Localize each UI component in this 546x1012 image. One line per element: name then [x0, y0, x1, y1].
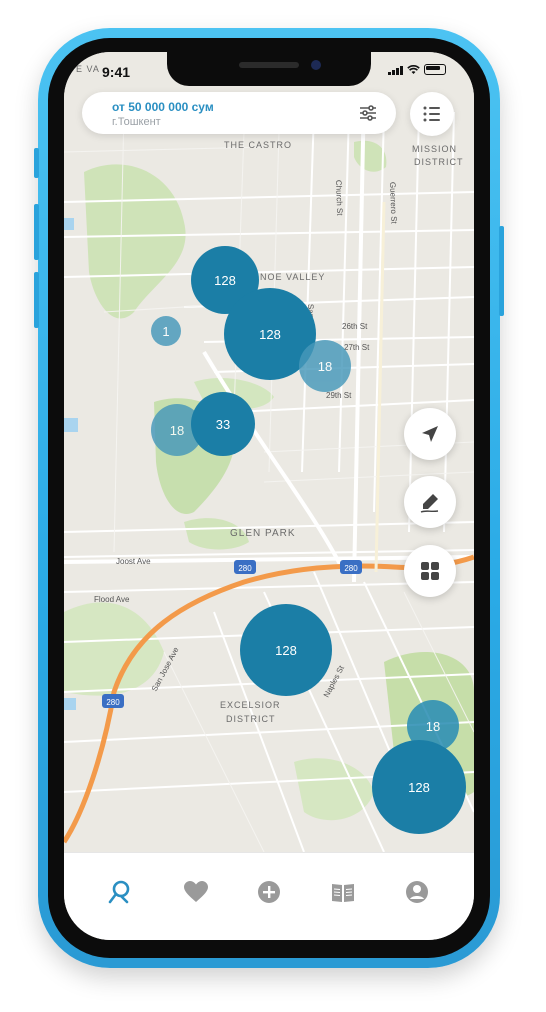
- map-label-street: 29th St: [326, 391, 352, 400]
- cluster-marker[interactable]: 128: [372, 740, 466, 834]
- navigation-arrow-icon: [422, 426, 438, 442]
- map-label-castro: THE CASTRO: [224, 140, 292, 150]
- cluster-count: 18: [169, 422, 185, 438]
- filter-sliders-icon[interactable]: [358, 103, 378, 123]
- cluster-count: 18: [317, 358, 333, 374]
- map-label-noe-valley: NOE VALLEY: [260, 272, 325, 282]
- map-label-district: DISTRICT: [414, 157, 464, 167]
- phone-volume-down: [34, 272, 39, 328]
- grid-icon: [421, 562, 439, 580]
- water: [64, 698, 76, 710]
- speaker: [239, 62, 299, 68]
- map-label-street: Church St: [334, 180, 344, 217]
- heart-icon: [184, 881, 208, 902]
- battery-icon: [424, 64, 446, 75]
- tab-search[interactable]: [103, 875, 137, 909]
- highway-shield: 280: [234, 560, 256, 574]
- cluster-count: 33: [215, 416, 231, 432]
- cluster-count: 128: [275, 642, 297, 658]
- price-filter-label: от 50 000 000 сум: [112, 100, 214, 114]
- app-screen: 280 280 280 E VA THE CASTRO MISSION DIST…: [64, 52, 474, 940]
- map-label-excelsior-district: DISTRICT: [226, 714, 276, 724]
- list-view-button[interactable]: [410, 92, 454, 136]
- user-circle-icon: [406, 881, 428, 903]
- map-label-street: 27th St: [344, 343, 370, 352]
- tab-profile[interactable]: [400, 875, 434, 909]
- city-label: г.Тошкент: [112, 116, 161, 128]
- svg-text:280: 280: [344, 564, 358, 573]
- highway-shield: 280: [340, 560, 362, 574]
- cluster-marker[interactable]: 1: [151, 316, 181, 346]
- tab-favorites[interactable]: [179, 875, 213, 909]
- cluster-marker[interactable]: 33: [191, 392, 255, 456]
- front-camera: [311, 60, 321, 70]
- pen-icon: [420, 494, 439, 513]
- map-layers-button[interactable]: [404, 545, 456, 597]
- search-filter-bar[interactable]: от 50 000 000 сум г.Тошкент: [82, 92, 396, 134]
- draw-area-button[interactable]: [404, 476, 456, 528]
- phone-volume-up: [34, 204, 39, 260]
- cluster-count: 18: [425, 718, 441, 734]
- bottom-tab-bar: [64, 852, 474, 940]
- map-label-street: Guerrero St: [388, 182, 398, 225]
- svg-text:280: 280: [106, 698, 120, 707]
- map-label-excelsior: EXCELSIOR: [220, 700, 281, 710]
- cluster-marker[interactable]: 18: [299, 340, 351, 392]
- notch: [167, 52, 371, 86]
- water: [64, 218, 74, 230]
- cluster-marker[interactable]: 128: [240, 604, 332, 696]
- phone-power-button: [499, 226, 504, 316]
- my-location-button[interactable]: [404, 408, 456, 460]
- highway-shield: 280: [102, 694, 124, 708]
- map-label-street: 26th St: [342, 322, 368, 331]
- map-label-glen-park: GLEN PARK: [230, 528, 296, 539]
- map-label-area: E VA: [76, 64, 100, 74]
- plus-circle-icon: [258, 881, 280, 903]
- cluster-count: 1: [162, 323, 170, 339]
- map-label-street: Joost Ave: [116, 557, 151, 566]
- cluster-count: 128: [408, 779, 430, 795]
- wifi-icon: [407, 65, 420, 74]
- water: [64, 418, 78, 432]
- status-icons: [388, 64, 446, 75]
- search-icon: [108, 880, 130, 904]
- book-icon: [332, 884, 354, 902]
- cluster-count: 128: [259, 326, 281, 342]
- cluster-count: 128: [214, 272, 236, 288]
- map-label-mission: MISSION: [412, 144, 457, 154]
- map-label-street: Flood Ave: [94, 595, 130, 604]
- status-time: 9:41: [102, 64, 131, 80]
- tab-catalog[interactable]: [326, 875, 360, 909]
- svg-text:280: 280: [238, 564, 252, 573]
- tab-add[interactable]: [252, 875, 286, 909]
- list-icon: [423, 106, 440, 122]
- signal-icon: [388, 66, 403, 75]
- phone-side-button: [34, 148, 39, 178]
